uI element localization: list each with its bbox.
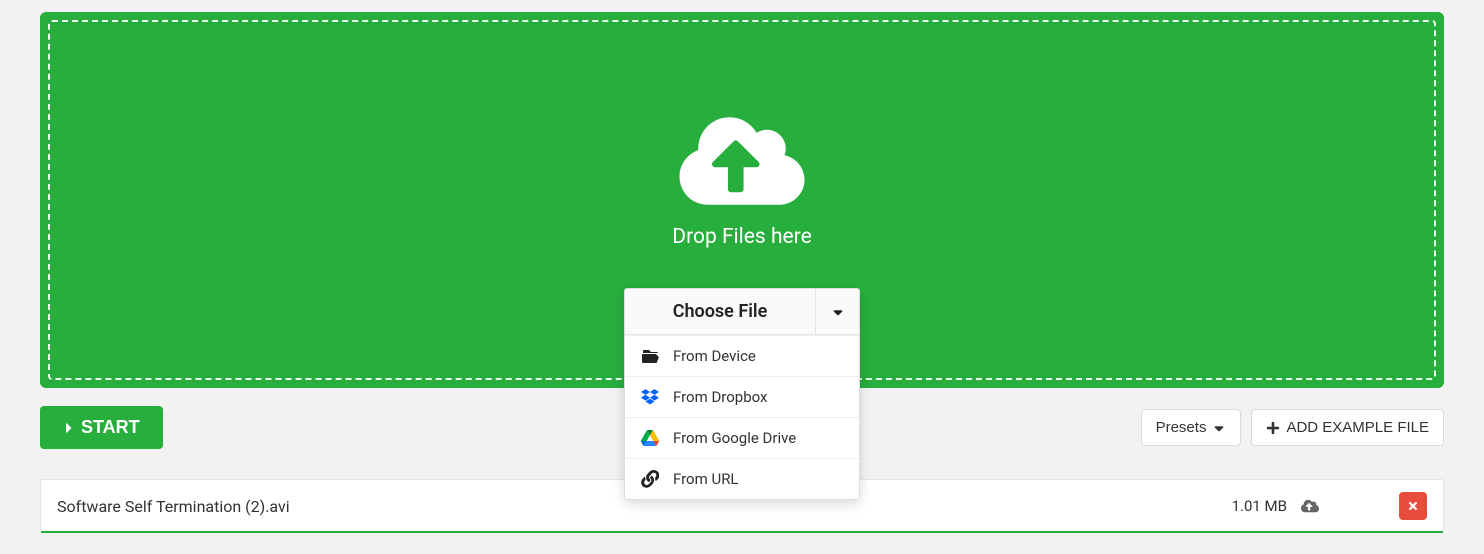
choose-from-url[interactable]: From URL (625, 458, 859, 499)
choose-option-label: From URL (673, 470, 739, 488)
plus-icon (1266, 421, 1280, 435)
start-button-label: START (81, 417, 140, 438)
add-example-file-button[interactable]: ADD EXAMPLE FILE (1251, 409, 1444, 446)
choose-option-label: From Google Drive (673, 429, 796, 447)
folder-open-icon (641, 347, 659, 365)
chevron-down-icon[interactable] (815, 289, 859, 334)
reupload-button[interactable] (1299, 495, 1321, 517)
remove-file-button[interactable] (1399, 492, 1427, 520)
choose-from-dropbox[interactable]: From Dropbox (625, 376, 859, 417)
choose-option-label: From Dropbox (673, 388, 768, 406)
choose-option-label: From Device (673, 347, 756, 365)
close-icon (1407, 500, 1419, 512)
add-example-label: ADD EXAMPLE FILE (1286, 419, 1429, 436)
cloud-upload-icon (672, 111, 812, 211)
choose-file-title: Choose File (625, 289, 815, 334)
dropzone-label: Drop Files here (672, 225, 811, 249)
link-icon (641, 470, 659, 488)
file-size: 1.01 MB (1232, 497, 1287, 515)
google-drive-icon (641, 429, 659, 447)
upload-icon (1301, 497, 1319, 515)
start-button[interactable]: START (40, 406, 163, 449)
chevron-down-icon (1212, 421, 1226, 435)
presets-label: Presets (1156, 419, 1207, 436)
choose-from-google-drive[interactable]: From Google Drive (625, 417, 859, 458)
presets-button[interactable]: Presets (1141, 409, 1242, 446)
chevron-right-icon (63, 420, 75, 436)
choose-file-header[interactable]: Choose File (625, 289, 859, 335)
dropbox-icon (641, 388, 659, 406)
choose-from-device[interactable]: From Device (625, 335, 859, 376)
choose-file-menu: Choose File From Device From Dropbox Fro… (624, 288, 860, 500)
